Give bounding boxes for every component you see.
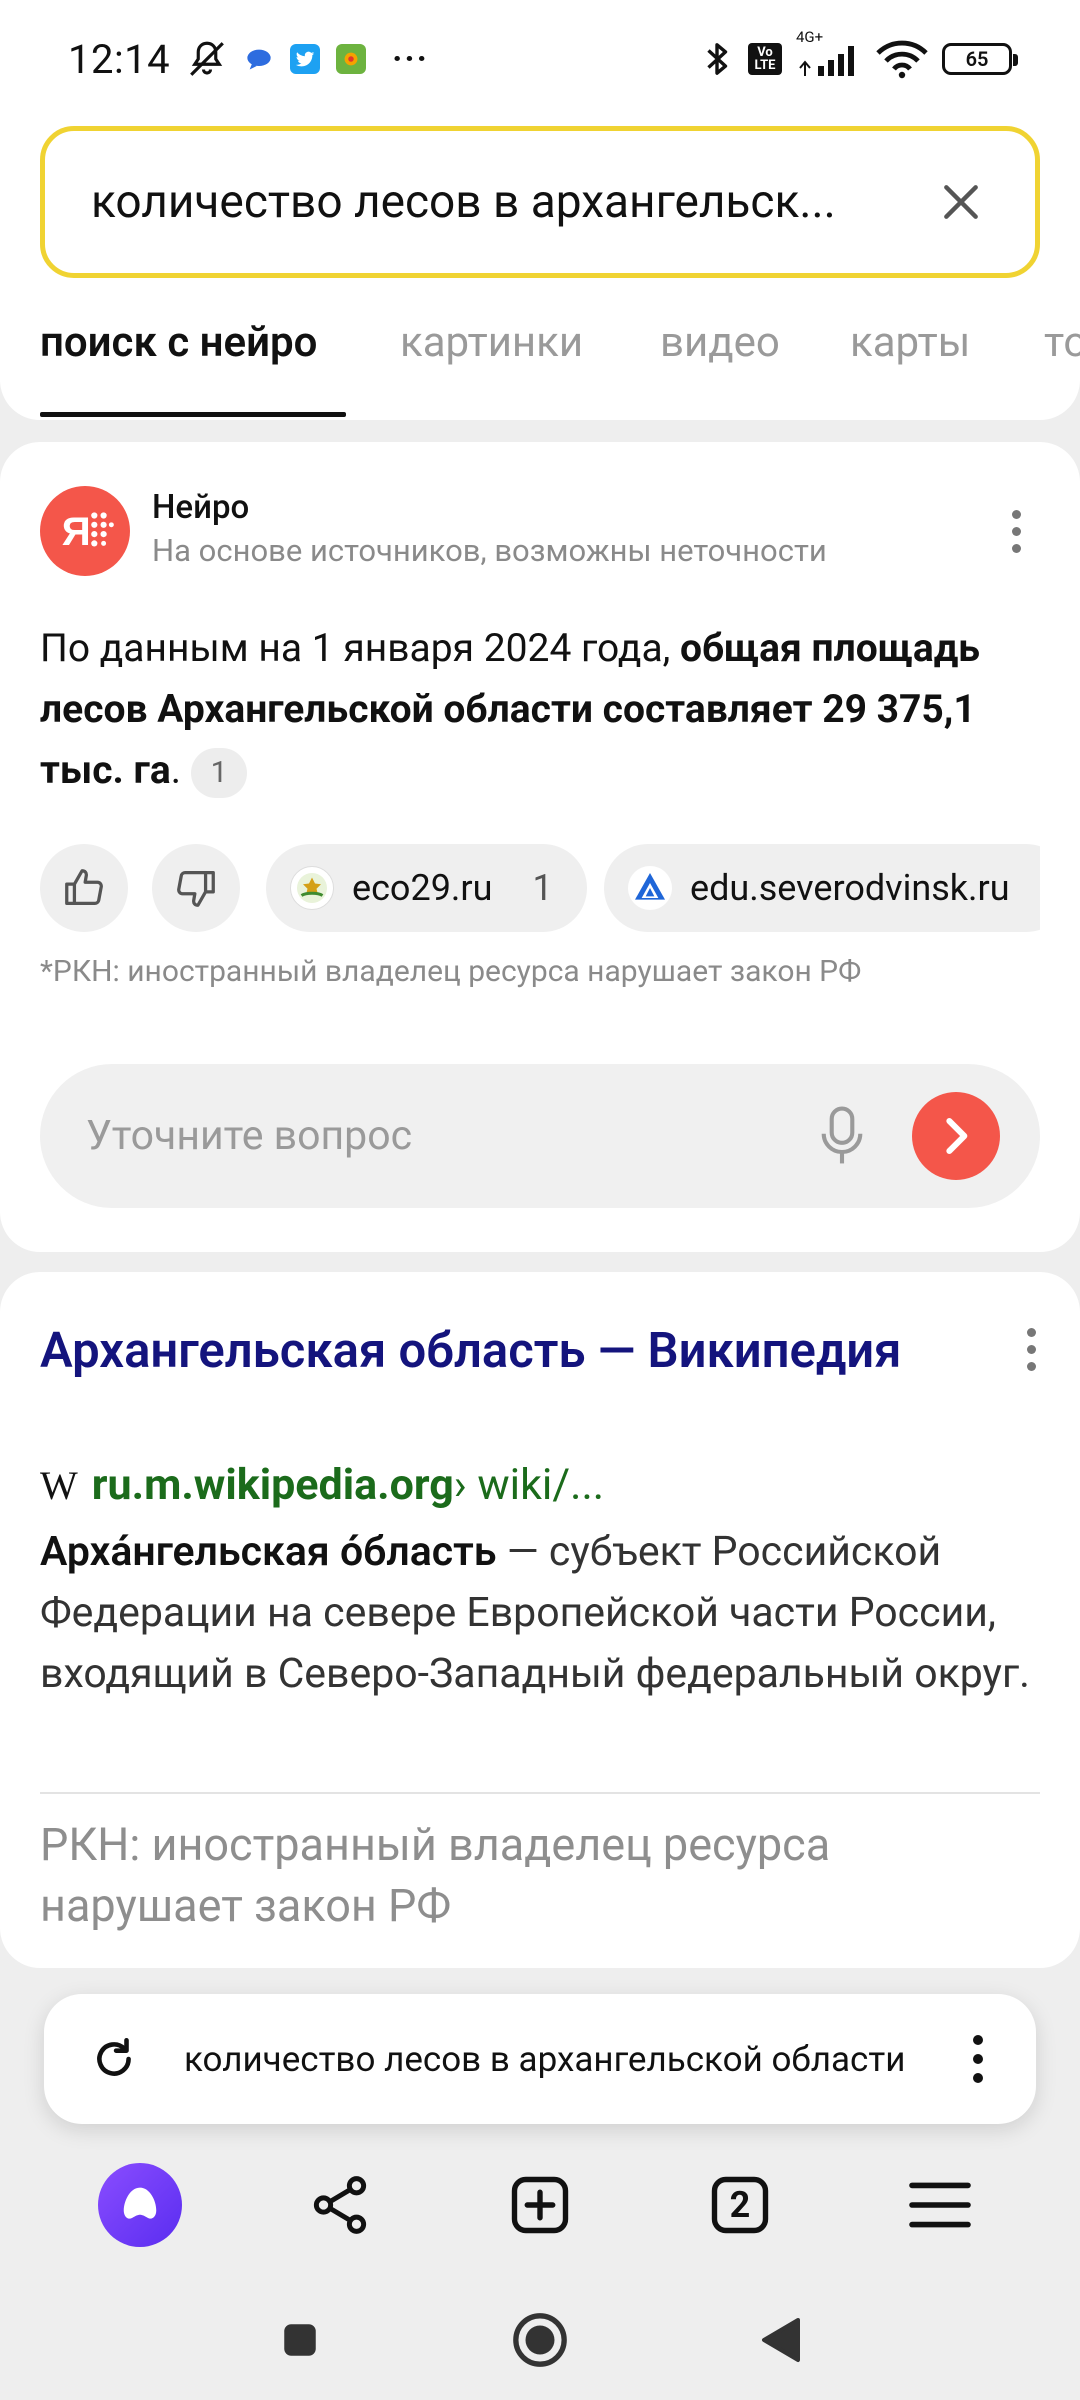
result-snippet: Арха́нгельская о́бласть — субъект Россий…: [40, 1522, 1050, 1705]
new-tab-icon[interactable]: [485, 2150, 595, 2260]
status-bar: 12:14 ··· Vo LTE 4G+ 65: [0, 0, 1080, 118]
menu-icon[interactable]: [885, 2150, 995, 2260]
microphone-icon[interactable]: [802, 1096, 882, 1176]
search-header: количество лесов в архангельск...: [0, 118, 1080, 420]
neuro-logo-icon: Я: [40, 486, 130, 576]
neuro-disclaimer: На основе источников, возможны неточност…: [152, 532, 827, 569]
result-title-link[interactable]: Архангельская область — Википедия: [40, 1318, 940, 1384]
neuro-answer-card: Я Нейро На основе источников, возможны н…: [0, 442, 1080, 1252]
bottom-toolbar: 2: [0, 2150, 1080, 2260]
send-arrow-icon: [946, 1118, 968, 1154]
app-icon: [336, 44, 367, 74]
bluetooth-icon: [700, 39, 734, 79]
source-chips: eco29.ru 1 edu.severodvinsk.ru: [40, 844, 1040, 934]
tab-neuro-search[interactable]: поиск с нейро: [40, 318, 317, 367]
alice-icon: [98, 2163, 182, 2247]
network-type: 4G+: [796, 28, 824, 46]
neuro-title: Нейро: [152, 488, 250, 527]
neuro-answer-text: По данным на 1 января 2024 года, общая п…: [40, 618, 1040, 801]
neuro-kebab-menu-icon[interactable]: [1012, 510, 1021, 553]
reload-icon[interactable]: [82, 2027, 146, 2091]
system-nav-bar: [0, 2280, 1080, 2400]
wikipedia-favicon-icon: W: [40, 1463, 78, 1508]
battery-icon: 65: [942, 43, 1018, 75]
severodvinsk-favicon-icon: [628, 866, 672, 910]
svg-text:Я: Я: [62, 509, 91, 554]
search-query[interactable]: количество лесов в архангельск...: [91, 175, 931, 229]
status-left: 12:14 ···: [68, 36, 429, 83]
citation-badge[interactable]: 1: [191, 747, 248, 798]
volte-badge: Vo LTE: [748, 43, 782, 75]
tabs-count: 2: [729, 2184, 751, 2226]
thumbs-down-button[interactable]: [152, 844, 240, 932]
tab-maps[interactable]: карты: [850, 318, 970, 367]
refine-question-bar: [40, 1064, 1040, 1208]
recent-apps-icon[interactable]: [265, 2305, 335, 2375]
answer-tail: .: [170, 747, 182, 793]
snippet-bold: Арха́нгельская о́бласть: [40, 1528, 497, 1576]
eco29-favicon-icon: [290, 866, 334, 910]
thumbs-down-icon: [177, 871, 215, 907]
result-divider: [40, 1792, 1040, 1794]
result-kebab-menu-icon[interactable]: [1027, 1328, 1036, 1371]
thumbs-up-icon: [65, 869, 103, 905]
more-notifications: ···: [392, 39, 429, 79]
omnibox-text[interactable]: количество лесов в архангельской области: [184, 2039, 958, 2080]
tabs-counter-icon[interactable]: 2: [685, 2150, 795, 2260]
battery-level: 65: [965, 47, 989, 71]
active-tab-indicator: [40, 412, 346, 417]
tab-video[interactable]: видео: [660, 318, 780, 367]
source-count: 1: [532, 867, 553, 909]
tab-images[interactable]: картинки: [400, 318, 583, 367]
refine-input[interactable]: [86, 1112, 802, 1160]
source-label: edu.severodvinsk.ru: [690, 867, 1010, 909]
result-domain: ru.m.wikipedia.org: [91, 1460, 454, 1510]
thumbs-up-button[interactable]: [40, 844, 128, 932]
send-button[interactable]: [912, 1092, 1000, 1180]
search-result-card: Архангельская область — Википедия W ru.m…: [0, 1272, 1080, 1968]
omnibox-kebab-menu-icon[interactable]: [958, 2035, 998, 2083]
answer-plain: По данным на 1 января 2024 года,: [40, 625, 681, 671]
alice-button[interactable]: [85, 2150, 195, 2260]
source-label: eco29.ru: [352, 867, 493, 909]
browser-screen: 12:14 ··· Vo LTE 4G+ 65 количество лесов…: [0, 0, 1080, 2400]
signal-icon: 4G+: [796, 28, 862, 76]
wifi-icon: [876, 39, 928, 79]
result-path: › wiki/...: [453, 1460, 605, 1510]
search-box[interactable]: количество лесов в архангельск...: [40, 126, 1040, 278]
source-chip-severodvinsk[interactable]: edu.severodvinsk.ru: [604, 844, 1040, 932]
tab-more[interactable]: то: [1044, 318, 1080, 367]
omnibox[interactable]: количество лесов в архангельской области: [44, 1994, 1036, 2124]
status-time: 12:14: [68, 35, 171, 83]
mute-icon: [186, 38, 228, 80]
rkn-note: *РКН: иностранный владелец ресурса наруш…: [40, 954, 862, 989]
share-icon[interactable]: [285, 2150, 395, 2260]
result-url[interactable]: W ru.m.wikipedia.org › wiki/...: [40, 1460, 604, 1510]
back-icon[interactable]: [745, 2305, 815, 2375]
home-icon[interactable]: [505, 2305, 575, 2375]
status-right: Vo LTE 4G+ 65: [700, 28, 1018, 79]
clear-icon[interactable]: [931, 172, 991, 232]
source-chip-eco29[interactable]: eco29.ru 1: [266, 844, 587, 932]
result-rkn-note: РКН: иностранный владелец ресурса наруша…: [40, 1818, 831, 1932]
twitter-icon: [290, 44, 321, 74]
chat-app-icon: [244, 44, 274, 74]
